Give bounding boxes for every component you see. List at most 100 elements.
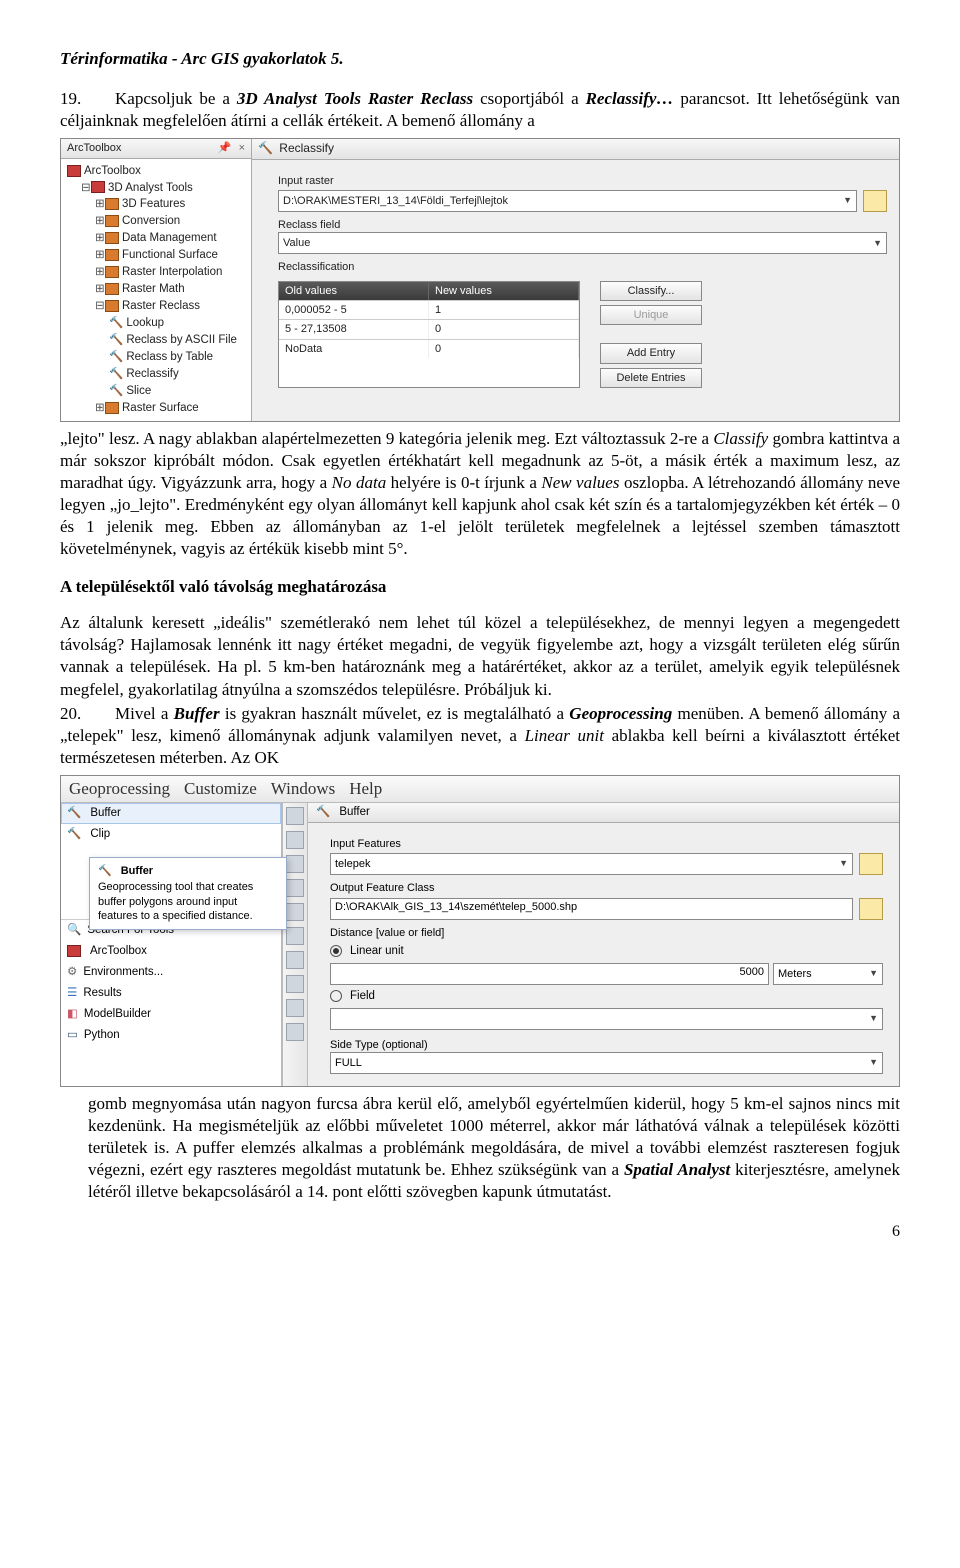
para-19: 19.Kapcsoljuk be a 3D Analyst Tools Rast… bbox=[60, 88, 900, 132]
hammer-icon: 🔨 bbox=[98, 864, 112, 878]
page-number: 6 bbox=[60, 1222, 900, 1243]
tree-3dfeatures[interactable]: ⊞3D Features bbox=[63, 196, 249, 213]
chevron-down-icon[interactable]: ▼ bbox=[869, 968, 878, 980]
tree-conversion[interactable]: ⊞Conversion bbox=[63, 213, 249, 230]
text-after-reclassify: „lejto" lesz. A nagy ablakban alapértelm… bbox=[60, 428, 900, 561]
unique-button[interactable]: Unique bbox=[600, 305, 702, 325]
distance-value-field[interactable]: 5000 bbox=[330, 963, 769, 985]
close-icon[interactable]: × bbox=[239, 142, 245, 154]
label-field-option: Field bbox=[350, 989, 375, 1004]
chevron-down-icon[interactable]: ▼ bbox=[869, 1057, 878, 1069]
tree-rreclass[interactable]: ⊟Raster Reclass bbox=[63, 298, 249, 315]
table-row: NoData0 bbox=[279, 339, 579, 358]
hammer-icon: 🔨 bbox=[67, 806, 81, 821]
menu-item-environments[interactable]: ⚙Environments... bbox=[61, 962, 281, 983]
pin-icon[interactable]: 📌 bbox=[218, 142, 232, 154]
para-19-num: 19. bbox=[60, 88, 115, 110]
reclassify-title: Reclassify bbox=[279, 141, 334, 155]
tree-reclassify[interactable]: 🔨Reclassify bbox=[63, 366, 249, 383]
hammer-icon: 🔨 bbox=[316, 805, 330, 820]
hammer-icon: 🔨 bbox=[109, 385, 123, 397]
label-input-features: Input Features bbox=[330, 837, 883, 851]
tree-3danalyst[interactable]: ⊟3D Analyst Tools bbox=[63, 180, 249, 197]
menu-item-arctoolbox[interactable]: ArcToolbox bbox=[61, 941, 281, 962]
para-20: 20.Mivel a Buffer is gyakran használt mű… bbox=[60, 703, 900, 769]
label-linear-unit: Linear unit bbox=[350, 944, 404, 959]
gear-icon: ⚙ bbox=[67, 965, 77, 980]
hammer-icon: 🔨 bbox=[67, 827, 81, 842]
menu-item-clip[interactable]: 🔨Clip bbox=[61, 824, 281, 845]
menu-customize[interactable]: Customize bbox=[184, 778, 257, 800]
tree-rsurface[interactable]: ⊞Raster Surface bbox=[63, 400, 249, 417]
tool-icon[interactable] bbox=[286, 927, 304, 945]
tree-reclass-table[interactable]: 🔨Reclass by Table bbox=[63, 349, 249, 366]
reclass-field-combo[interactable]: Value▼ bbox=[278, 232, 887, 254]
tree-slice[interactable]: 🔨Slice bbox=[63, 383, 249, 400]
chevron-down-icon: ▼ bbox=[869, 1013, 878, 1025]
label-distance: Distance [value or field] bbox=[330, 926, 883, 940]
browse-button[interactable] bbox=[859, 898, 883, 920]
side-type-combo[interactable]: FULL▼ bbox=[330, 1052, 883, 1074]
python-icon: ▭ bbox=[67, 1028, 78, 1043]
menu-geoprocessing[interactable]: Geoprocessing bbox=[69, 778, 170, 800]
tree-reclass-ascii[interactable]: 🔨Reclass by ASCII File bbox=[63, 332, 249, 349]
label-output-class: Output Feature Class bbox=[330, 881, 883, 895]
add-entry-button[interactable]: Add Entry bbox=[600, 343, 702, 363]
tree-datamgmt[interactable]: ⊞Data Management bbox=[63, 230, 249, 247]
reclassify-screenshot: ArcToolbox 📌 × ArcToolbox ⊟3D Analyst To… bbox=[60, 138, 900, 421]
browse-button[interactable] bbox=[863, 190, 887, 212]
radio-field[interactable] bbox=[330, 990, 342, 1002]
field-combo[interactable]: ▼ bbox=[330, 1008, 883, 1030]
chevron-down-icon[interactable]: ▼ bbox=[873, 238, 882, 250]
buffer-screenshot: Geoprocessing Customize Windows Help 🔨Bu… bbox=[60, 775, 900, 1087]
tool-icon[interactable] bbox=[286, 999, 304, 1017]
delete-entries-button[interactable]: Delete Entries bbox=[600, 368, 702, 388]
output-class-field[interactable]: D:\ORAK\Alk_GIS_13_14\szemét\telep_5000.… bbox=[330, 898, 853, 920]
menu-item-results[interactable]: ☰Results bbox=[61, 983, 281, 1004]
distance-unit-combo[interactable]: Meters▼ bbox=[773, 963, 883, 985]
tool-icon[interactable] bbox=[286, 831, 304, 849]
tool-icon[interactable] bbox=[286, 807, 304, 825]
page-header: Térinformatika - Arc GIS gyakorlatok 5. bbox=[60, 48, 900, 70]
buffer-tooltip: 🔨Buffer Geoprocessing tool that creates … bbox=[89, 857, 287, 930]
arctoolbox-panel: ArcToolbox 📌 × ArcToolbox ⊟3D Analyst To… bbox=[61, 139, 252, 420]
reclassify-dialog: 🔨 Reclassify Input raster D:\ORAK\MESTER… bbox=[252, 139, 899, 420]
buffer-dialog: 🔨 Buffer Input Features telepek▼ Output F… bbox=[308, 803, 899, 1086]
radio-linear[interactable] bbox=[330, 945, 342, 957]
toolbox-tree: ArcToolbox ⊟3D Analyst Tools ⊞3D Feature… bbox=[61, 159, 251, 421]
menu-help[interactable]: Help bbox=[349, 778, 382, 800]
tree-root[interactable]: ArcToolbox bbox=[63, 163, 249, 180]
tool-icon[interactable] bbox=[286, 855, 304, 873]
menu-item-modelbuilder[interactable]: ◧ModelBuilder bbox=[61, 1004, 281, 1025]
search-icon: 🔍 bbox=[67, 923, 81, 938]
tool-icon[interactable] bbox=[286, 1023, 304, 1041]
tool-icon[interactable] bbox=[286, 879, 304, 897]
input-features-combo[interactable]: telepek▼ bbox=[330, 853, 853, 875]
menu-windows[interactable]: Windows bbox=[271, 778, 335, 800]
chevron-down-icon[interactable]: ▼ bbox=[839, 858, 848, 870]
vertical-toolbar bbox=[282, 803, 308, 1086]
tool-icon[interactable] bbox=[286, 903, 304, 921]
tool-icon[interactable] bbox=[286, 951, 304, 969]
section-para: Az általunk keresett „ideális" szemétler… bbox=[60, 612, 900, 700]
browse-button[interactable] bbox=[859, 853, 883, 875]
tree-rmath[interactable]: ⊞Raster Math bbox=[63, 281, 249, 298]
input-raster-field[interactable]: D:\ORAK\MESTERI_13_14\Földi_Terfejl\lejt… bbox=[278, 190, 857, 212]
tree-rinterp[interactable]: ⊞Raster Interpolation bbox=[63, 264, 249, 281]
tree-lookup[interactable]: 🔨Lookup bbox=[63, 315, 249, 332]
menu-item-python[interactable]: ▭Python bbox=[61, 1025, 281, 1046]
label-input-raster: Input raster bbox=[278, 174, 887, 188]
reclass-table[interactable]: Old values New values 0,000052 - 51 5 - … bbox=[278, 281, 580, 388]
menubar: Geoprocessing Customize Windows Help bbox=[61, 776, 899, 803]
tool-icon[interactable] bbox=[286, 975, 304, 993]
th-old: Old values bbox=[279, 282, 429, 300]
menu-item-buffer[interactable]: 🔨Buffer bbox=[61, 803, 281, 824]
buffer-title: Buffer bbox=[339, 805, 369, 820]
table-row: 5 - 27,135080 bbox=[279, 319, 579, 338]
chevron-down-icon[interactable]: ▼ bbox=[843, 195, 852, 207]
hammer-icon: 🔨 bbox=[109, 317, 123, 329]
tree-funcsurf[interactable]: ⊞Functional Surface bbox=[63, 247, 249, 264]
toolbox-icon bbox=[67, 945, 81, 957]
hammer-icon: 🔨 bbox=[109, 351, 123, 363]
classify-button[interactable]: Classify... bbox=[600, 281, 702, 301]
